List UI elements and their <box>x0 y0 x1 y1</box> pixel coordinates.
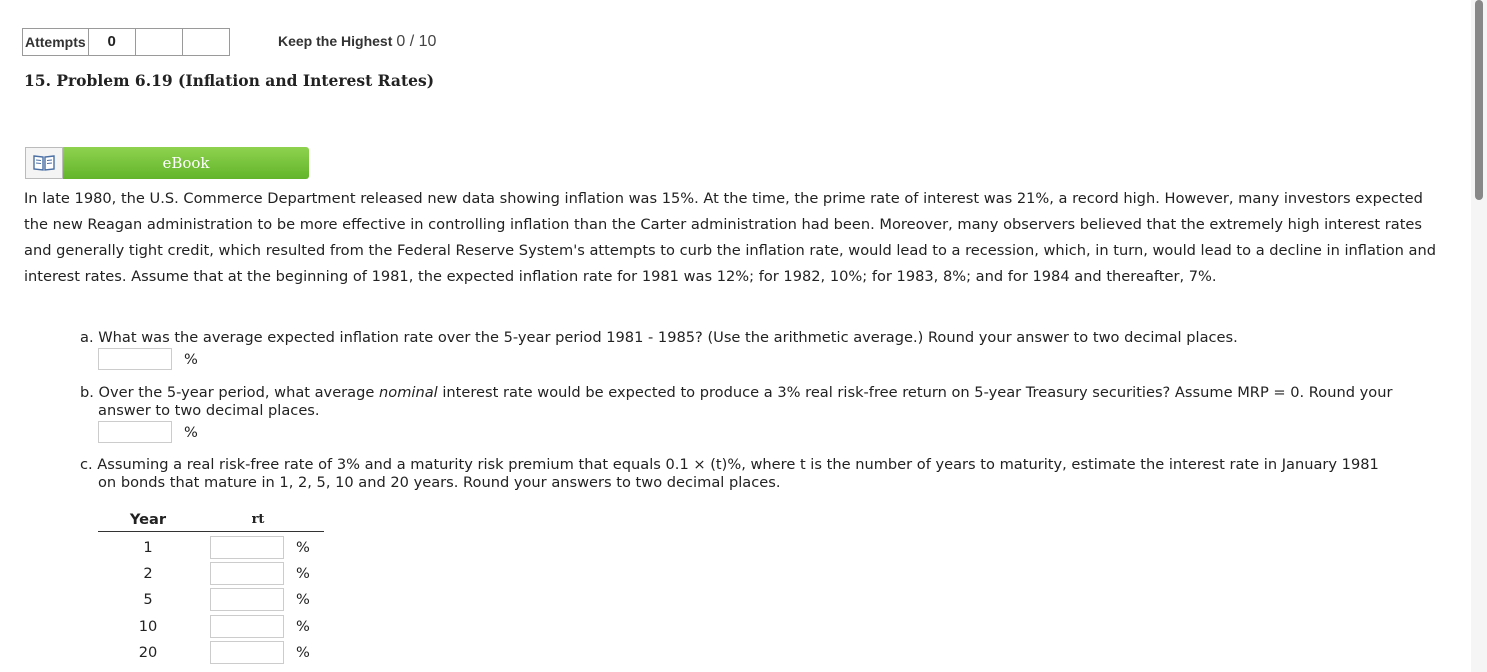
table-row: 10 % <box>98 613 324 639</box>
keep-highest-score: 0 / 10 <box>396 33 437 50</box>
ebook-button[interactable]: eBook <box>25 147 309 179</box>
year-cell: 1 <box>143 538 153 556</box>
answer-a-row: % <box>98 348 198 370</box>
rate-input-5[interactable] <box>210 588 284 612</box>
question-a: a. What was the average expected inflati… <box>80 329 1238 346</box>
question-c-line2: on bonds that mature in 1, 2, 5, 10 and … <box>98 474 781 491</box>
rate-input-20[interactable] <box>210 640 284 664</box>
attempts-count: 0 <box>87 28 136 56</box>
table-row: 5 % <box>98 587 324 613</box>
answer-b-row: % <box>98 421 198 443</box>
year-cell: 2 <box>143 564 153 582</box>
table-row: 20 % <box>98 639 324 665</box>
question-c: c. Assuming a real risk-free rate of 3% … <box>80 456 1450 492</box>
attempt-slot <box>134 28 183 56</box>
col-rate-header: rt <box>251 512 265 527</box>
attempt-slot <box>181 28 230 56</box>
question-b-prefix: b. Over the 5-year period, what average <box>80 384 380 401</box>
table-header: Year rt <box>98 508 324 532</box>
attempts-tracker: Attempts 0 <box>22 28 230 56</box>
percent-unit: % <box>296 617 310 635</box>
question-b-suffix: interest rate would be expected to produ… <box>437 384 1393 401</box>
rate-input-1[interactable] <box>210 535 284 559</box>
rates-table: Year rt 1 % 2 % 5 % 10 % 20 % <box>98 508 324 665</box>
table-row: 1 % <box>98 534 324 560</box>
question-b: b. Over the 5-year period, what average … <box>80 384 1450 420</box>
answer-b-input[interactable] <box>98 421 172 443</box>
question-b-italic: nominal <box>379 384 438 401</box>
year-cell: 10 <box>138 617 158 635</box>
table-row: 2 % <box>98 560 324 586</box>
col-year-header: Year <box>129 511 167 528</box>
attempts-label: Attempts <box>22 28 89 56</box>
book-icon <box>25 147 63 179</box>
vertical-scrollbar[interactable] <box>1471 0 1487 672</box>
page: Attempts 0 Keep the Highest 0 / 10 15. Pr… <box>0 0 1487 672</box>
year-cell: 20 <box>138 643 158 661</box>
answer-a-input[interactable] <box>98 348 172 370</box>
problem-intro: In late 1980, the U.S. Commerce Departme… <box>24 190 1436 285</box>
keep-highest-label: Keep the Highest <box>278 33 393 49</box>
percent-unit: % <box>296 591 310 609</box>
keep-highest: Keep the Highest 0 / 10 <box>278 33 436 51</box>
percent-unit: % <box>184 423 198 441</box>
rate-input-10[interactable] <box>210 614 284 638</box>
percent-unit: % <box>296 643 310 661</box>
percent-unit: % <box>296 538 310 556</box>
scrollbar-thumb[interactable] <box>1475 0 1483 200</box>
question-c-line1: c. Assuming a real risk-free rate of 3% … <box>80 456 1379 473</box>
problem-title: 15. Problem 6.19 (Inflation and Interest… <box>24 71 435 90</box>
question-b-line2: answer to two decimal places. <box>98 402 320 419</box>
year-cell: 5 <box>143 591 153 609</box>
percent-unit: % <box>184 350 198 368</box>
ebook-label: eBook <box>63 147 309 179</box>
rate-input-2[interactable] <box>210 561 284 585</box>
percent-unit: % <box>296 564 310 582</box>
